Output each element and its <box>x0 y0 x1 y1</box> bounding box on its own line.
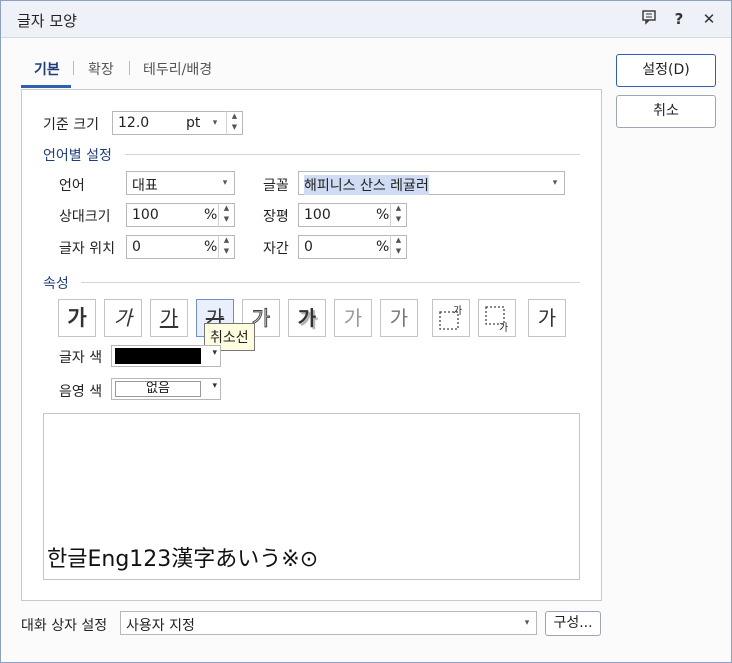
shade-color-label: 음영 색 <box>59 384 103 400</box>
base-size-label: 기준 크기 <box>43 117 99 133</box>
text-color-label: 글자 색 <box>59 350 103 366</box>
char-shape-dialog: 글자 모양 ? ✕ 기본 확장 테두리/배경 설정(D) 취소 기준 크기 12… <box>0 0 732 663</box>
shade-value: 없음 <box>115 381 201 397</box>
text-color-picker[interactable]: ▾ <box>111 345 221 367</box>
subscript-icon: 가 <box>485 306 508 334</box>
tab-separator <box>129 61 130 75</box>
unit-dropdown-icon[interactable]: ▾ <box>208 112 222 134</box>
comment-icon[interactable] <box>639 9 659 29</box>
italic-button[interactable]: 가 <box>104 299 142 337</box>
position-spinner[interactable]: ▲ ▼ <box>218 235 234 259</box>
tab-extended[interactable]: 확장 <box>88 59 114 79</box>
color-swatch <box>115 348 201 364</box>
subscript-button[interactable]: 가 <box>478 299 516 337</box>
dialog-title: 글자 모양 <box>17 12 77 30</box>
ok-button[interactable]: 설정(D) <box>616 54 716 87</box>
spacing-field[interactable]: 0 % ▲ ▼ <box>298 235 407 259</box>
tab-basic[interactable]: 기본 <box>34 59 60 79</box>
tab-border-bg[interactable]: 테두리/배경 <box>143 59 212 79</box>
attr-section-title: 속성 <box>43 276 69 292</box>
chevron-down-icon: ▾ <box>212 381 217 391</box>
position-label: 글자 위치 <box>59 241 115 257</box>
superscript-button[interactable]: 가 <box>432 299 470 337</box>
font-select[interactable]: 해피니스 산스 레귤러 ▾ <box>298 171 565 195</box>
preview-text: 한글Eng123漢字あいう※⊙ <box>47 547 319 572</box>
lang-section-title: 언어별 설정 <box>43 148 112 164</box>
cancel-button[interactable]: 취소 <box>616 95 716 128</box>
svg-text:가: 가 <box>499 322 508 334</box>
position-field[interactable]: 0 % ▲ ▼ <box>126 235 235 259</box>
close-icon[interactable]: ✕ <box>699 9 719 29</box>
shade-color-picker[interactable]: 없음 ▾ <box>111 378 221 400</box>
section-divider <box>81 282 580 283</box>
chevron-down-icon: ▾ <box>552 178 558 188</box>
emboss-button[interactable]: 가 <box>334 299 372 337</box>
chevron-down-icon: ▾ <box>524 618 530 628</box>
width-field[interactable]: 100 % ▲ ▼ <box>298 203 407 227</box>
superscript-icon: 가 <box>439 305 462 330</box>
tab-separator <box>73 61 74 75</box>
rel-size-spinner[interactable]: ▲ ▼ <box>218 203 234 227</box>
dialog-settings-select[interactable]: 사용자 지정 ▾ <box>120 611 537 635</box>
spacing-spinner[interactable]: ▲ ▼ <box>390 235 406 259</box>
engrave-button[interactable]: 가 <box>380 299 418 337</box>
rel-size-field[interactable]: 100 % ▲ ▼ <box>126 203 235 227</box>
shadow-button[interactable]: 가 <box>288 299 326 337</box>
font-label: 글꼴 <box>263 178 289 194</box>
help-icon[interactable]: ? <box>669 9 689 29</box>
bold-button[interactable]: 가 <box>58 299 96 337</box>
chevron-down-icon: ▾ <box>222 178 228 188</box>
config-button[interactable]: 구성... <box>545 611 601 636</box>
underline-button[interactable]: 가 <box>150 299 188 337</box>
base-size-spinner[interactable]: ▲ ▼ <box>226 111 242 135</box>
normal-button[interactable]: 가 <box>528 299 566 337</box>
language-select[interactable]: 대표 ▾ <box>126 171 235 195</box>
title-bar: 글자 모양 ? ✕ <box>1 1 731 38</box>
preview-box: 한글Eng123漢字あいう※⊙ <box>43 413 580 580</box>
section-divider <box>125 154 580 155</box>
width-spinner[interactable]: ▲ ▼ <box>390 203 406 227</box>
spacing-label: 자간 <box>263 241 289 257</box>
svg-text:가: 가 <box>453 305 462 317</box>
chevron-down-icon: ▾ <box>212 348 217 358</box>
language-label: 언어 <box>59 178 85 194</box>
rel-size-label: 상대크기 <box>59 209 111 225</box>
active-tab-indicator <box>21 85 71 88</box>
width-label: 장평 <box>263 209 289 225</box>
dialog-settings-label: 대화 상자 설정 <box>21 618 108 634</box>
base-size-field[interactable]: 12.0 pt ▾ ▲ ▼ <box>112 111 243 135</box>
